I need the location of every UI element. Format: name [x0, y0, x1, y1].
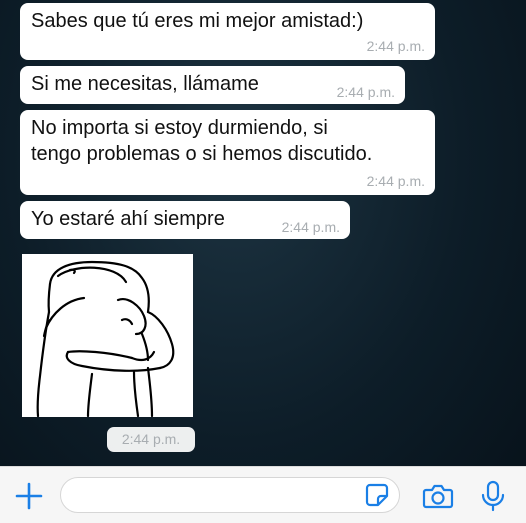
message-text: Si me necesitas, llámame — [31, 73, 259, 95]
message-text: No importa si estoy durmiendo, si tengo … — [31, 115, 372, 167]
message-text: Sabes que tú eres mi mejor amistad:) — [31, 10, 364, 32]
message-bubble[interactable]: Yo estaré ahí siempre 2:44 p.m. — [20, 201, 350, 239]
hug-drawing-image — [36, 260, 175, 417]
message-bubble[interactable]: Si me necesitas, llámame 2:44 p.m. — [20, 66, 405, 104]
message-timestamp: 2:44 p.m. — [366, 173, 425, 189]
message-bubble[interactable]: No importa si estoy durmiendo, si tengo … — [20, 110, 435, 195]
message-timestamp: 2:44 p.m. — [366, 38, 425, 54]
image-timestamp: 2:44 p.m. — [107, 427, 195, 452]
camera-icon[interactable] — [422, 481, 454, 511]
image-message[interactable] — [22, 254, 193, 417]
chat-area[interactable]: Sabes que tú eres mi mejor amistad:) 2:4… — [0, 0, 526, 466]
message-text: Yo estaré ahí siempre — [31, 208, 225, 230]
message-text-line: No importa si estoy durmiendo, si — [31, 117, 328, 139]
message-text-line: tengo problemas o si hemos discutido. — [31, 143, 373, 165]
message-bubble[interactable]: Sabes que tú eres mi mejor amistad:) 2:4… — [20, 3, 435, 60]
sticker-icon[interactable] — [364, 482, 390, 508]
microphone-icon[interactable] — [478, 479, 508, 513]
message-timestamp: 2:44 p.m. — [336, 84, 395, 100]
message-input[interactable] — [60, 477, 400, 513]
plus-icon[interactable] — [14, 481, 44, 511]
message-timestamp: 2:44 p.m. — [281, 219, 340, 235]
message-input-bar — [0, 466, 526, 523]
